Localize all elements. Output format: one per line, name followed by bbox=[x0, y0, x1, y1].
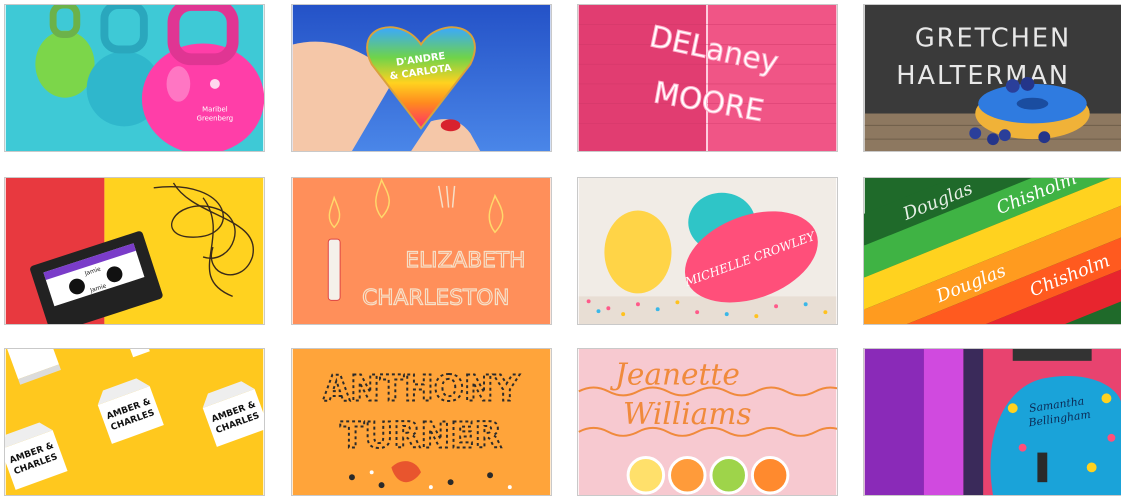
kettlebell-name-2: Greenberg bbox=[197, 114, 234, 122]
citrus-name-2: Williams bbox=[623, 397, 752, 431]
tile-kettlebells[interactable]: Maribel Greenberg bbox=[4, 4, 265, 152]
tile-citrus[interactable]: Jeanette Williams bbox=[577, 348, 838, 496]
citrus-name-1: Jeanette bbox=[610, 358, 740, 392]
tile-matches[interactable]: ELIZABETH CHARLESTON bbox=[291, 177, 552, 325]
tile-milk-cartons[interactable]: AMBER & CHARLES AMBER & CHARLES AMBER & … bbox=[4, 348, 265, 496]
chalk-name-1: GRETCHEN bbox=[915, 23, 1071, 53]
tile-pencils[interactable]: Douglas Chisholm Douglas Chisholm bbox=[863, 177, 1121, 325]
tile-balloons[interactable]: MICHELLE CROWLEY bbox=[577, 177, 838, 325]
leaves-name-2: TURNER bbox=[340, 416, 502, 457]
tile-cassette[interactable]: Jamie Jamie bbox=[4, 177, 265, 325]
leaves-name-1: ANTHONY bbox=[323, 368, 521, 409]
tile-chalkboard[interactable]: GRETCHEN HALTERMAN bbox=[863, 4, 1121, 152]
matches-name-2: CHARLESTON bbox=[362, 285, 509, 310]
matches-name-1: ELIZABETH bbox=[405, 248, 525, 273]
kettlebell-name-1: Maribel bbox=[202, 106, 228, 114]
tile-leaves[interactable]: ANTHONY TURNER bbox=[291, 348, 552, 496]
tile-neon-wall[interactable]: DELaney MOORE bbox=[577, 4, 838, 152]
tile-heart[interactable]: D'ANDRE & CARLOTA bbox=[291, 4, 552, 152]
tile-guitar[interactable]: Samantha Bellingham bbox=[863, 348, 1121, 496]
